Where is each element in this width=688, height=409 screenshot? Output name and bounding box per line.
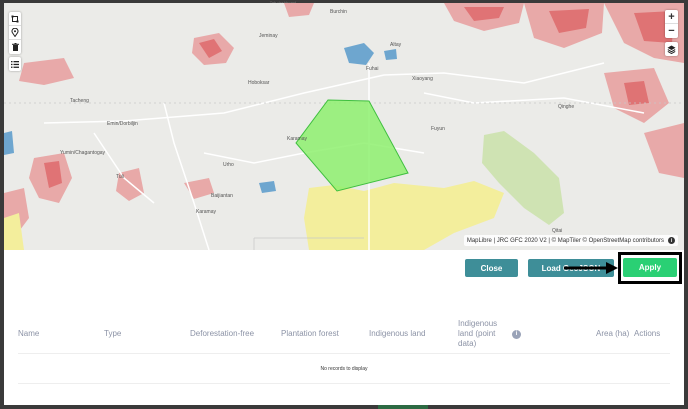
draw-polygon-icon[interactable] <box>9 12 21 26</box>
zoom-out-button[interactable]: − <box>665 24 678 38</box>
zoom-control: + − <box>665 10 678 38</box>
attribution-text: MapLibre | JRC GFC 2020 V2 | © MapTiler … <box>466 237 664 244</box>
apply-button[interactable]: Apply <box>623 258 677 277</box>
column-header-plantation[interactable]: Plantation forest <box>281 319 369 354</box>
close-button[interactable]: Close <box>465 259 518 277</box>
trash-icon[interactable] <box>9 40 21 54</box>
column-header-name[interactable]: Name <box>18 319 104 354</box>
plots-table: Name Type Deforestation-free Plantation … <box>18 319 670 376</box>
pointer-arrow-icon <box>564 262 618 274</box>
column-header-deforestation[interactable]: Deforestation-free <box>190 319 281 354</box>
column-header-indigenous[interactable]: Indigenous land <box>369 319 458 354</box>
draw-toolbar <box>9 12 21 54</box>
location-pin-icon[interactable] <box>9 26 21 40</box>
map-place-label: Tacheng <box>70 98 89 104</box>
column-header-type[interactable]: Type <box>104 319 190 354</box>
indigenous-point-label: Indigenous land (point data) <box>458 319 498 348</box>
map-place-label: Fuhai <box>366 66 379 72</box>
geojson-modal: Burchin Jeminay Altay Fuhai Xiaoyang Hob… <box>4 3 684 405</box>
background-bottom-bar <box>378 405 428 409</box>
basemap <box>4 3 684 250</box>
column-header-area[interactable]: Area (ha) <box>596 319 634 354</box>
table-row: No records to display <box>18 353 670 376</box>
zoom-in-button[interactable]: + <box>665 10 678 24</box>
map-place-label: Qitai <box>552 228 563 234</box>
map-place-label: Qinghe <box>558 104 575 110</box>
map-place-label: Jeminay <box>259 33 278 39</box>
info-icon[interactable]: i <box>512 329 521 339</box>
map-place-label: Fuyun <box>431 126 445 132</box>
map-place-label: Baijiantan <box>211 193 233 199</box>
list-icon[interactable] <box>9 57 21 71</box>
map-view[interactable]: Burchin Jeminay Altay Fuhai Xiaoyang Hob… <box>4 3 684 250</box>
map-place-label: Burchin <box>330 9 347 15</box>
map-place-label: Yumin/Chagantogay <box>60 150 106 156</box>
map-place-label: Xiaoyang <box>412 76 433 82</box>
empty-table-message: No records to display <box>18 353 670 376</box>
map-place-label: Urho <box>223 162 234 168</box>
column-header-actions: Actions <box>634 329 661 338</box>
map-attribution: MapLibre | JRC GFC 2020 V2 | © MapTiler … <box>463 235 678 246</box>
table-header-row: Name Type Deforestation-free Plantation … <box>18 319 670 354</box>
table-divider <box>18 383 670 384</box>
map-place-label: Hoboksar <box>248 80 270 86</box>
map-place-label: Altay <box>390 42 402 48</box>
map-place-label: Karamay <box>287 136 308 142</box>
map-place-label: Karamay <box>196 209 217 215</box>
map-place-label: Emin/Dorbiljin <box>107 121 138 127</box>
layers-icon[interactable] <box>665 42 678 56</box>
attribution-info-icon[interactable]: i <box>668 237 675 244</box>
map-place-label: Tuli <box>116 174 124 180</box>
column-header-indigenous-point[interactable]: Indigenous land (point data) i <box>458 319 596 354</box>
